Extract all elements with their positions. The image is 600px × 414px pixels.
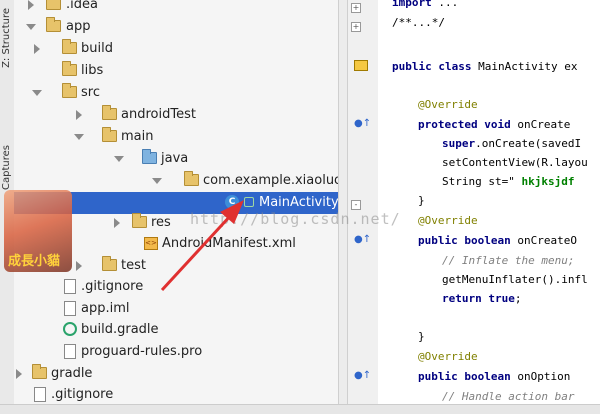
annotation-arrow [160, 200, 244, 292]
bottom-scrollbar[interactable] [0, 404, 600, 414]
ide-window: Z: Structure Captures .idea app build li… [0, 0, 600, 414]
arrow-shaft [160, 212, 234, 292]
arrow-head [220, 200, 244, 224]
